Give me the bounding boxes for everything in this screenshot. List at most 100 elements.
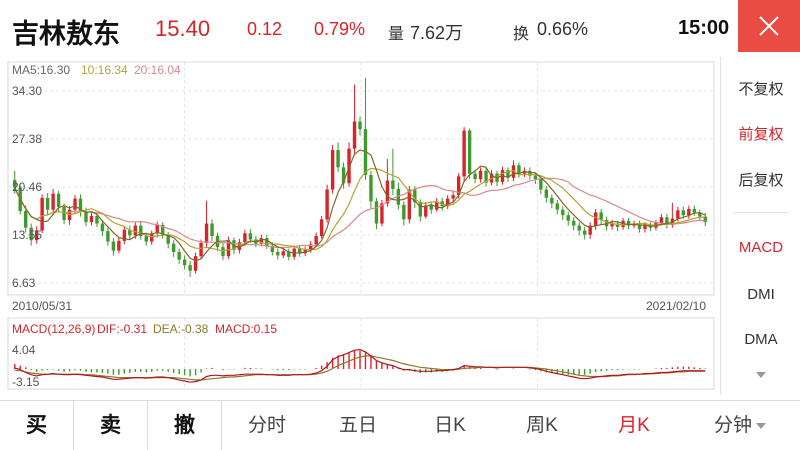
macd-dea-legend: DEA:-0.38: [153, 322, 209, 336]
candle-body: [106, 231, 110, 242]
tab-five-day[interactable]: 五日: [312, 401, 404, 450]
candle-body: [210, 223, 214, 237]
candle-body: [56, 193, 61, 207]
buy-button[interactable]: 买: [0, 401, 73, 450]
price-axis-label: 20.46: [12, 180, 42, 194]
candle-body: [374, 201, 379, 224]
macd-dif-legend: DIF:-0.31: [97, 322, 147, 336]
turnover-label: 换: [513, 26, 530, 43]
candle-body: [385, 180, 390, 204]
candle-body: [111, 241, 116, 251]
candle-body: [265, 238, 269, 246]
candle-body: [51, 193, 55, 210]
cancel-order-button[interactable]: 撤: [148, 401, 221, 450]
candle-body: [358, 121, 362, 130]
volume-value: 7.62万: [410, 23, 464, 43]
candle-body: [24, 211, 28, 228]
tab-daily-k[interactable]: 日K: [404, 401, 496, 450]
candle-body: [248, 233, 253, 240]
tab-intraday[interactable]: 分时: [222, 401, 312, 450]
candle-body: [144, 236, 148, 242]
candle-body: [550, 197, 554, 204]
candle-body: [566, 215, 570, 221]
candle-body: [171, 243, 176, 252]
candle-body: [45, 197, 50, 210]
current-price: 15.40: [155, 16, 211, 41]
candle-body: [40, 197, 44, 231]
side-item-dma[interactable]: DMA: [721, 331, 800, 348]
candle-body: [462, 130, 466, 177]
candle-body: [188, 265, 192, 271]
volume-label: 量: [388, 26, 405, 43]
candle-body: [582, 230, 587, 235]
candle-body: [95, 215, 99, 224]
candle-body: [336, 149, 340, 168]
candle-body: [572, 220, 576, 226]
candle-body: [391, 180, 395, 189]
candle-body: [100, 223, 105, 232]
candle-body: [687, 208, 691, 216]
side-item-dmi[interactable]: DMI: [721, 286, 800, 303]
side-item-no-adjust[interactable]: 不复权: [721, 78, 800, 99]
candle-body: [325, 189, 329, 220]
candle-body: [369, 174, 373, 202]
candle-body: [319, 219, 324, 237]
price-axis-label: 13.55: [12, 228, 42, 242]
candle-body: [478, 170, 483, 180]
candle-body: [692, 208, 696, 213]
price-change-percent: 0.79%: [314, 19, 366, 39]
chevron-down-icon[interactable]: [756, 372, 766, 378]
candle-body: [352, 121, 357, 149]
ma10-line: [14, 167, 706, 252]
kline-chart-area[interactable]: 34.30 27.38 20.46 13.55 6.63 MA5:16.30 10:16.3…: [0, 57, 720, 395]
candle-body: [204, 223, 209, 243]
candle-body: [467, 130, 472, 174]
candle-body: [330, 149, 335, 190]
tab-minute[interactable]: 分钟: [680, 401, 800, 450]
price-axis-label: 6.63: [12, 276, 36, 290]
price-change: 0.12: [247, 19, 283, 39]
turnover-value: 0.66%: [537, 19, 589, 39]
candle-body: [539, 179, 543, 190]
candle-body: [676, 210, 680, 219]
candle-body: [402, 204, 406, 220]
macd-axis-bottom-label: -3.15: [12, 375, 40, 389]
candle-body: [533, 175, 538, 180]
side-item-forward-adjust[interactable]: 前复权: [721, 123, 800, 144]
candle-body: [473, 173, 477, 180]
side-panel: 不复权 前复权 后复权 MACD DMI DMA: [720, 57, 800, 395]
candle-body: [418, 202, 422, 217]
side-item-macd[interactable]: MACD: [721, 239, 800, 256]
tab-monthly-k[interactable]: 月K: [588, 401, 680, 450]
candle-body: [89, 215, 94, 223]
candle-body: [281, 251, 285, 256]
tab-weekly-k[interactable]: 周K: [496, 401, 588, 450]
candle-body: [276, 251, 280, 256]
candle-body: [517, 165, 521, 174]
candle-body: [182, 259, 187, 266]
side-item-backward-adjust[interactable]: 后复权: [721, 169, 800, 190]
ma5-legend: MA5:16.30: [12, 63, 70, 77]
candle-body: [429, 205, 433, 210]
candle-body: [243, 233, 247, 243]
candle-body: [73, 198, 77, 210]
quote-time: 15:00: [678, 17, 730, 39]
candle-body: [577, 225, 581, 231]
macd-axis-top-label: 4.04: [12, 343, 36, 357]
price-axis-label: 34.30: [12, 84, 42, 98]
candle-body: [451, 195, 455, 199]
side-divider: [733, 212, 789, 213]
close-button[interactable]: [738, 0, 800, 52]
kline-chart[interactable]: 34.30 27.38 20.46 13.55 6.63 MA5:16.30 10:16.3…: [0, 57, 720, 395]
candle-body: [133, 225, 138, 236]
candle-body: [117, 240, 121, 251]
ma20-legend: 20:16.04: [134, 63, 181, 77]
chevron-down-icon: [756, 422, 766, 429]
end-date-label: 2021/02/10: [646, 299, 706, 313]
bottom-tab-bar: 买 卖 撤 分时 五日 日K 周K 月K 分钟: [0, 400, 800, 450]
close-icon: [759, 16, 779, 36]
sell-button[interactable]: 卖: [74, 401, 147, 450]
candle-body: [177, 251, 181, 260]
tab-minute-label: 分钟: [713, 415, 752, 436]
quote-header: 吉林敖东 15.40 0.12 0.79% 量 7.62万 换 0.66% 15…: [0, 0, 800, 57]
